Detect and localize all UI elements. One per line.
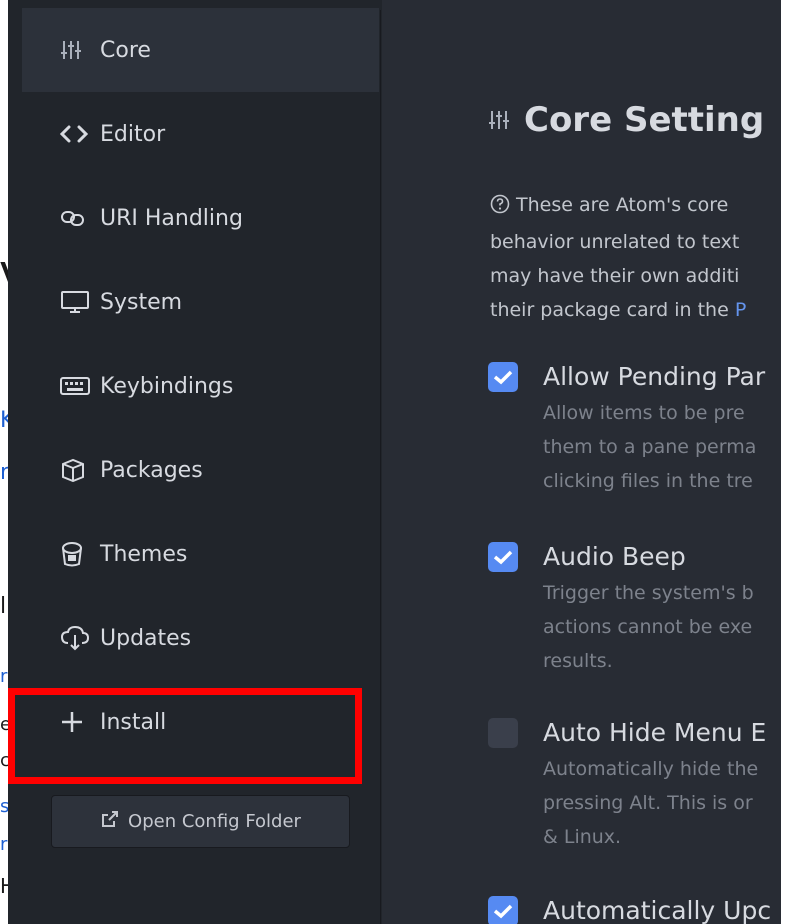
sidebar-item-label: Keybindings — [100, 373, 234, 399]
question-icon — [490, 191, 510, 225]
setting-description-line: actions cannot be exe — [543, 616, 753, 638]
checkmark-icon — [493, 370, 513, 385]
cloud-download-icon — [60, 624, 100, 652]
page-title-text: Core Setting — [524, 100, 765, 140]
setting-description: Allow items to be pre them to a pane per… — [543, 396, 756, 498]
setting-description-line: them to a pane perma — [543, 436, 757, 458]
setting-title: Allow Pending Par — [543, 362, 766, 391]
open-config-folder-label: Open Config Folder — [128, 811, 301, 832]
description-line: their package card in the — [490, 299, 735, 321]
setting-description: Trigger the system's b actions cannot be… — [543, 576, 754, 678]
sidebar-item-label: Packages — [100, 457, 203, 483]
sidebar-item-packages[interactable]: Packages — [22, 428, 379, 512]
setting-checkbox[interactable] — [488, 718, 518, 748]
background-text-fragment: r — [0, 834, 8, 855]
setting-description: Automatically hide the pressing Alt. Thi… — [543, 752, 758, 854]
setting-description-line: Trigger the system's b — [543, 582, 754, 604]
setting-checkbox[interactable] — [488, 542, 518, 572]
sidebar-item-editor[interactable]: Editor — [22, 92, 379, 176]
settings-window: Core Editor URI Handling System Keybindi… — [8, 0, 781, 924]
keyboard-icon — [60, 372, 100, 400]
setting-description-line: clicking files in the tre — [543, 470, 753, 492]
description-line: behavior unrelated to text — [490, 231, 740, 253]
setting-description-line: pressing Alt. This is or — [543, 792, 753, 814]
sidebar-item-uri-handling[interactable]: URI Handling — [22, 176, 379, 260]
settings-panel: Core Setting These are Atom's core behav… — [382, 0, 781, 924]
checkmark-icon — [493, 904, 513, 919]
setting-checkbox[interactable] — [488, 896, 518, 924]
external-link-icon — [100, 809, 120, 834]
description-line: may have their own additi — [490, 265, 740, 287]
setting-description-line: Automatically hide the — [543, 758, 759, 780]
package-icon — [60, 456, 100, 484]
page-title: Core Setting — [488, 100, 764, 140]
sidebar-item-core[interactable]: Core — [22, 8, 379, 92]
sidebar-item-label: Editor — [100, 121, 166, 147]
sidebar-item-label: Themes — [100, 541, 188, 567]
link-icon — [60, 204, 100, 232]
section-description: These are Atom's core behavior unrelated… — [490, 188, 781, 327]
sidebar-item-themes[interactable]: Themes — [22, 512, 379, 596]
sidebar-item-label: Updates — [100, 625, 192, 651]
setting-description-line: results. — [543, 650, 613, 672]
settings-sliders-icon — [488, 100, 510, 140]
packages-link[interactable]: P — [735, 299, 746, 321]
background-text-fragment: l — [0, 594, 7, 619]
sidebar-item-label: System — [100, 289, 183, 315]
sidebar-item-system[interactable]: System — [22, 260, 379, 344]
sidebar-item-label: Core — [100, 37, 151, 63]
sidebar-item-label: URI Handling — [100, 205, 243, 231]
paintcan-icon — [60, 540, 100, 568]
setting-title: Audio Beep — [543, 542, 686, 571]
sidebar-item-keybindings[interactable]: Keybindings — [22, 344, 379, 428]
setting-description-line: & Linux. — [543, 826, 622, 848]
sidebar-item-updates[interactable]: Updates — [22, 596, 379, 680]
settings-sidebar: Core Editor URI Handling System Keybindi… — [8, 0, 381, 924]
background-text-fragment: r — [0, 666, 8, 687]
setting-checkbox[interactable] — [488, 362, 518, 392]
setting-title: Automatically Upc — [543, 896, 772, 924]
description-line: These are Atom's core — [516, 194, 729, 216]
monitor-icon — [60, 288, 100, 316]
open-config-folder-button[interactable]: Open Config Folder — [51, 795, 350, 848]
setting-title: Auto Hide Menu E — [543, 718, 767, 747]
window-right-edge — [781, 0, 785, 924]
code-icon — [60, 120, 100, 148]
settings-sliders-icon — [60, 36, 100, 64]
checkmark-icon — [493, 550, 513, 565]
install-highlight-box — [8, 688, 362, 784]
setting-description-line: Allow items to be pre — [543, 402, 745, 424]
